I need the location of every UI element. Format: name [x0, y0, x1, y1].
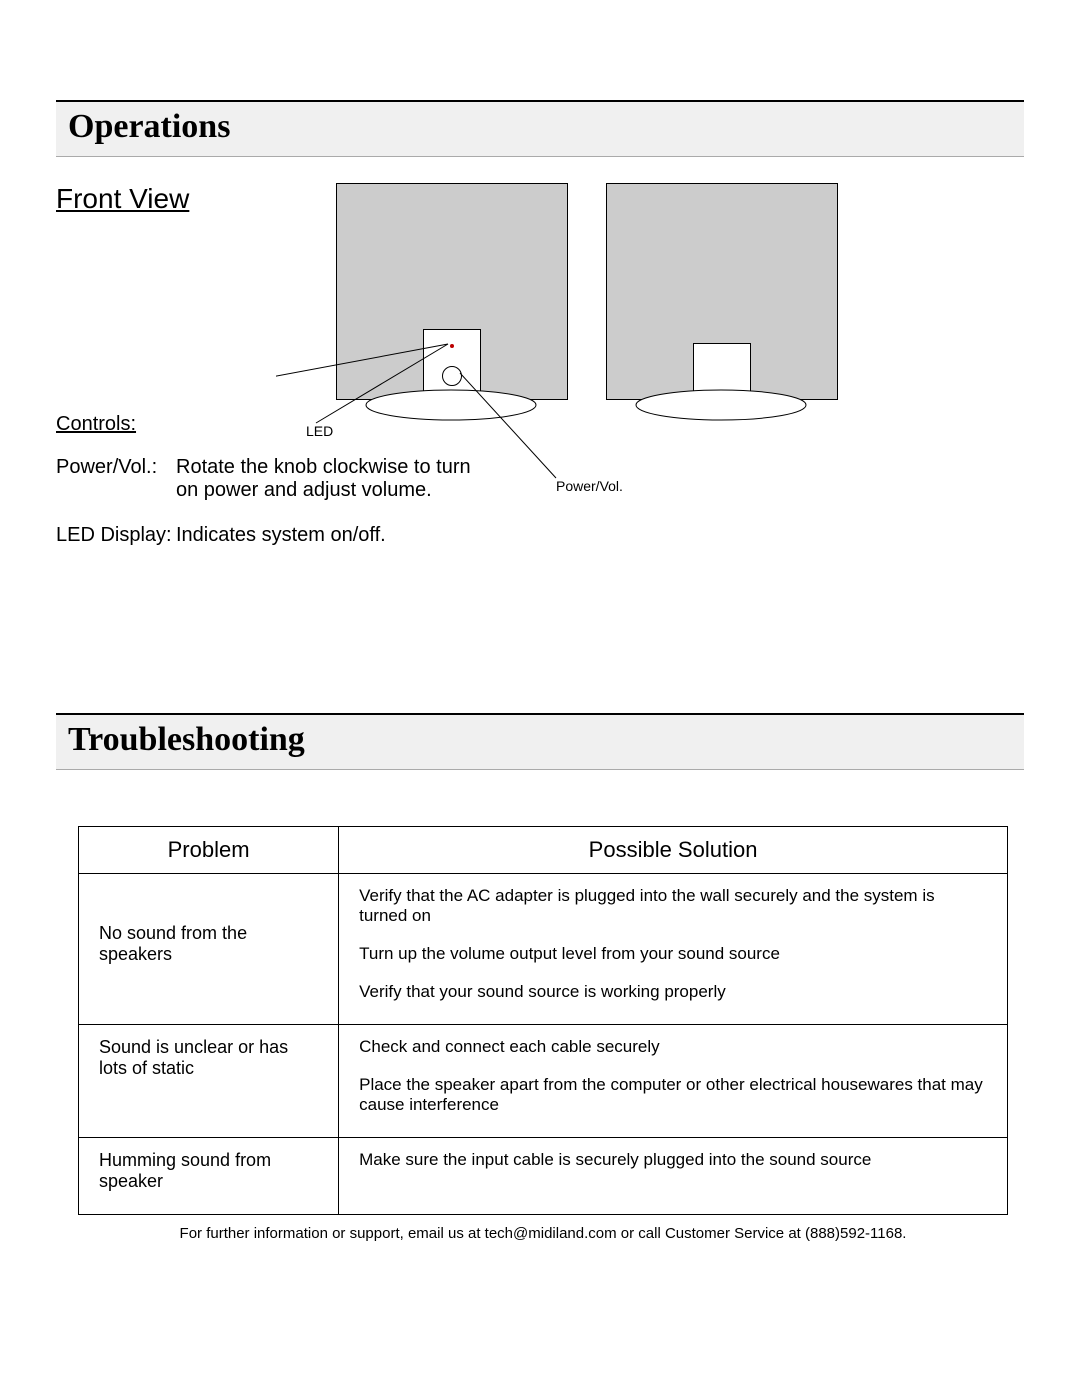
- troubleshooting-table: Problem Possible Solution No sound from …: [78, 826, 1008, 1215]
- solution-line: Verify that the AC adapter is plugged in…: [359, 886, 987, 926]
- power-volume-knob-icon: [442, 366, 462, 386]
- troubleshooting-area: Problem Possible Solution No sound from …: [56, 826, 1024, 1242]
- problem-cell: Humming sound from speaker: [79, 1138, 339, 1215]
- front-view-area: Front View: [56, 183, 1024, 623]
- support-footer: For further information or support, emai…: [78, 1225, 1008, 1242]
- right-speaker-base: [631, 388, 811, 422]
- control-label: Power/Vol.:: [56, 456, 176, 502]
- controls-heading: Controls:: [56, 413, 136, 436]
- speaker-diagram: LED Power/Vol.: [276, 183, 916, 443]
- control-desc: Rotate the knob clockwise to turn on pow…: [176, 456, 476, 502]
- front-view-title: Front View: [56, 183, 189, 215]
- table-row: Sound is unclear or has lots of static C…: [79, 1025, 1008, 1138]
- problem-header: Problem: [79, 827, 339, 874]
- table-row: No sound from the speakers Verify that t…: [79, 874, 1008, 1025]
- control-label: LED Display:: [56, 524, 176, 547]
- manual-page: Operations Front View: [0, 0, 1080, 1397]
- solution-line: Verify that your sound source is working…: [359, 982, 987, 1002]
- table-row: Humming sound from speaker Make sure the…: [79, 1138, 1008, 1215]
- problem-cell: Sound is unclear or has lots of static: [79, 1025, 339, 1138]
- troubleshooting-heading: Troubleshooting: [56, 713, 1024, 770]
- solution-cell: Verify that the AC adapter is plugged in…: [339, 874, 1008, 1025]
- solution-line: Turn up the volume output level from you…: [359, 944, 987, 964]
- solution-line: Make sure the input cable is securely pl…: [359, 1150, 987, 1170]
- power-callout-label: Power/Vol.: [556, 478, 623, 494]
- solution-cell: Check and connect each cable securely Pl…: [339, 1025, 1008, 1138]
- table-header-row: Problem Possible Solution: [79, 827, 1008, 874]
- solution-cell: Make sure the input cable is securely pl…: [339, 1138, 1008, 1215]
- problem-cell: No sound from the speakers: [79, 874, 339, 1025]
- solution-line: Place the speaker apart from the compute…: [359, 1075, 987, 1115]
- right-speaker-body: [606, 183, 838, 400]
- solution-line: Check and connect each cable securely: [359, 1037, 987, 1057]
- operations-heading: Operations: [56, 100, 1024, 157]
- left-speaker-body: [336, 183, 568, 400]
- control-row: LED Display: Indicates system on/off.: [56, 524, 476, 547]
- control-desc: Indicates system on/off.: [176, 524, 476, 547]
- led-indicator-icon: [450, 344, 454, 348]
- controls-block: Controls: Power/Vol.: Rotate the knob cl…: [56, 413, 476, 569]
- solution-header: Possible Solution: [339, 827, 1008, 874]
- control-row: Power/Vol.: Rotate the knob clockwise to…: [56, 456, 476, 502]
